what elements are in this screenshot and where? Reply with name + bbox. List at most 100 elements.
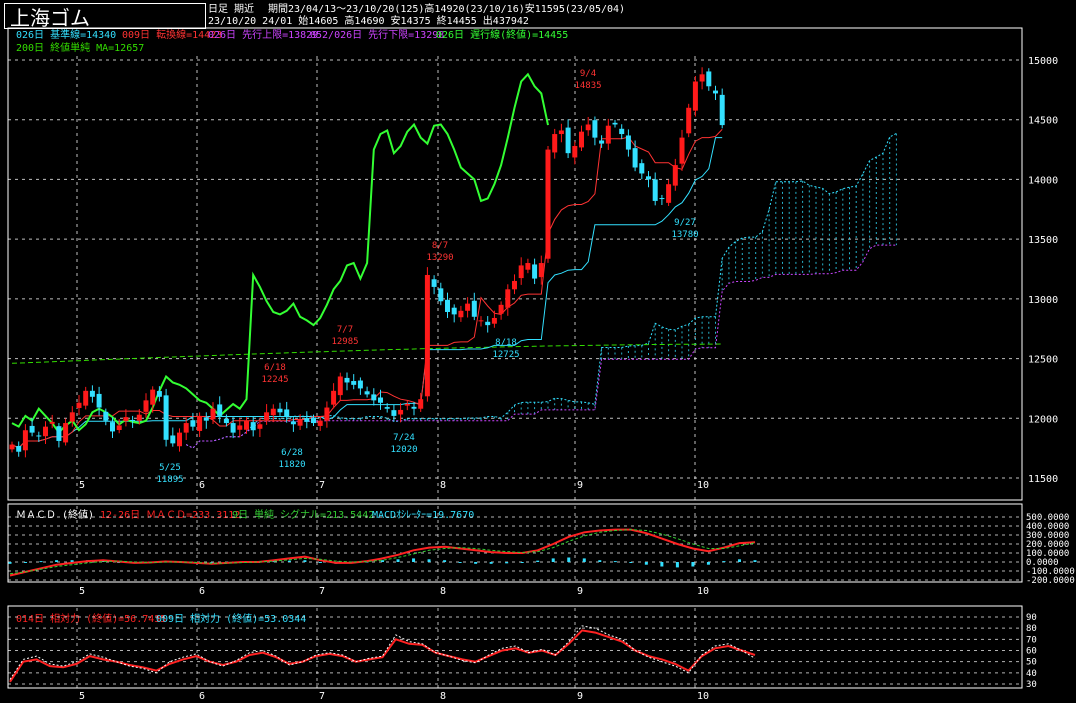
price-annotation-value: 13780 xyxy=(671,230,698,240)
price-x-tick: 8 xyxy=(440,480,446,491)
candle-body xyxy=(418,399,424,409)
candle-body xyxy=(344,377,350,383)
candle-body xyxy=(9,444,15,450)
macd-x-tick: 10 xyxy=(697,586,709,597)
rsi-series-line xyxy=(9,629,756,683)
candle-body xyxy=(672,165,678,186)
price-annotation-date: 6/28 xyxy=(281,448,303,458)
rsi-x-tick: 6 xyxy=(199,691,205,702)
candle-body xyxy=(270,408,276,416)
candle-body xyxy=(424,274,430,397)
candle-body xyxy=(686,107,692,134)
candle-body xyxy=(565,127,571,154)
macd-osc-bar xyxy=(443,560,447,562)
price-annotation-date: 9/4 xyxy=(580,69,596,79)
candle-body xyxy=(49,421,55,424)
macd-osc-bar xyxy=(8,562,12,564)
candle-body xyxy=(143,400,149,412)
macd-osc-bar xyxy=(318,562,322,563)
ma200-line xyxy=(11,343,723,364)
candle-body xyxy=(585,124,591,131)
candle-body xyxy=(163,395,169,440)
price-x-tick: 10 xyxy=(697,480,709,491)
macd-axis-tick: -200.0000 xyxy=(1026,576,1075,586)
price-annotation-value: 11820 xyxy=(278,460,305,470)
candle-body xyxy=(364,391,370,395)
macd-osc-bar xyxy=(551,558,555,562)
price-x-tick: 6 xyxy=(199,480,205,491)
macd-osc-bar xyxy=(520,562,524,563)
macd-osc-bar xyxy=(613,561,617,563)
candle-body xyxy=(518,265,524,279)
macd-osc-bar xyxy=(722,561,726,563)
candle-body xyxy=(545,149,551,259)
candle-body xyxy=(16,445,22,452)
price-x-tick: 7 xyxy=(319,480,325,491)
candle-body xyxy=(391,410,397,416)
candle-body xyxy=(311,417,316,424)
candle-body xyxy=(679,137,685,164)
rsi-axis-tick: 60 xyxy=(1026,647,1037,657)
macd-osc-bar xyxy=(396,559,400,562)
price-annotation-value: 12245 xyxy=(261,375,288,385)
price-annotation-value: 12725 xyxy=(492,350,519,360)
macd-x-tick: 7 xyxy=(319,586,325,597)
candle-body xyxy=(605,125,611,144)
rsi-series-line xyxy=(9,625,756,680)
candle-body xyxy=(639,163,645,174)
macd-osc-bar xyxy=(39,561,43,563)
candle-body xyxy=(445,299,450,312)
candle-body xyxy=(217,404,223,416)
candle-body xyxy=(237,425,243,430)
candle-body xyxy=(76,402,82,409)
rsi-x-tick: 10 xyxy=(697,691,709,702)
candle-body xyxy=(43,426,48,437)
price-axis-tick: 13000 xyxy=(1028,295,1058,306)
macd-osc-bar xyxy=(287,560,291,562)
candle-body xyxy=(699,74,705,82)
candle-body xyxy=(156,391,162,397)
candle-body xyxy=(579,131,584,148)
candle-body xyxy=(203,417,209,421)
candle-body xyxy=(713,90,718,94)
macd-osc-bar xyxy=(737,559,741,562)
candle-body xyxy=(197,415,203,431)
rsi-x-tick: 9 xyxy=(577,691,583,702)
candle-body xyxy=(83,390,89,406)
candle-body xyxy=(491,317,497,324)
price-annotation-date: 7/7 xyxy=(337,325,353,335)
candle-body xyxy=(558,130,564,135)
rsi-axis-tick: 70 xyxy=(1026,635,1037,645)
price-annotation-date: 8/7 xyxy=(432,241,448,251)
chart-canvas: 11500 12000 12500 13000 13500 14000 14500 15000… xyxy=(7,27,1075,702)
price-annotation-value: 11895 xyxy=(156,475,183,485)
macd-series-line xyxy=(9,529,756,575)
candle-body xyxy=(471,300,477,317)
macd-osc-bar xyxy=(412,558,416,562)
chart-window: 上海ゴム 日足 期近 期間23/04/13～23/10/20(125)高1492… xyxy=(0,0,1076,703)
candle-body xyxy=(110,422,115,432)
tenkan-line xyxy=(11,128,723,449)
panel-frame-3 xyxy=(7,605,1023,689)
price-annotation-value: 14835 xyxy=(574,81,601,91)
candle-body xyxy=(404,403,410,406)
candle-body xyxy=(357,380,363,389)
candle-body xyxy=(69,412,75,422)
price-annotation-date: 6/18 xyxy=(264,363,286,373)
panel-frame-1 xyxy=(7,27,1023,501)
candle-body xyxy=(592,120,598,138)
candle-body xyxy=(29,425,35,433)
rsi-x-tick: 5 xyxy=(79,691,85,702)
price-annotation-value: 13290 xyxy=(426,253,453,263)
candle-body xyxy=(719,94,725,126)
price-x-tick: 5 xyxy=(79,480,85,491)
candle-body xyxy=(22,430,28,451)
candle-body xyxy=(451,307,457,315)
candle-body xyxy=(706,71,712,87)
macd-osc-bar xyxy=(474,562,478,564)
price-annotation-date: 8/18 xyxy=(495,338,517,348)
macd-osc-bar xyxy=(629,562,633,563)
candle-body xyxy=(438,288,444,302)
candle-body xyxy=(538,263,544,278)
macd-osc-bar xyxy=(706,562,710,565)
